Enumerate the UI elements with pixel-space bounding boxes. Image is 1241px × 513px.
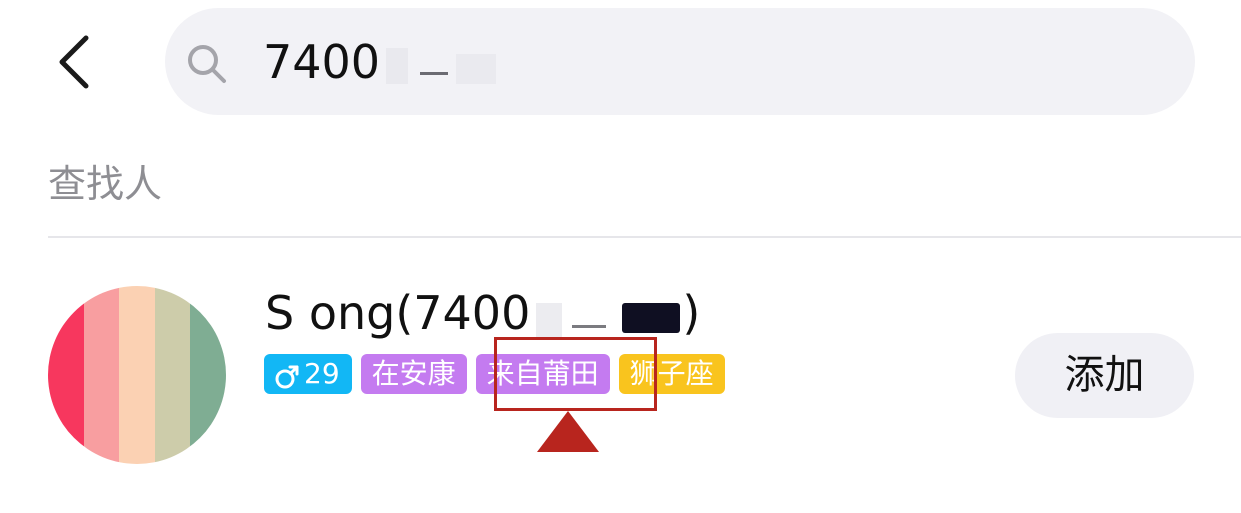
male-icon bbox=[274, 361, 300, 389]
annotation-arrow-up-icon bbox=[537, 411, 599, 452]
search-bar[interactable]: 7400 bbox=[165, 8, 1195, 115]
age-label: 29 bbox=[304, 357, 340, 390]
user-name-prefix: S ong(7400 bbox=[265, 286, 531, 340]
redaction-mask bbox=[384, 44, 514, 88]
search-input[interactable]: 7400 bbox=[263, 34, 514, 90]
user-name-suffix: ) bbox=[682, 286, 701, 340]
back-button[interactable] bbox=[52, 30, 102, 94]
search-query-text: 7400 bbox=[263, 35, 381, 89]
avatar[interactable] bbox=[48, 286, 226, 464]
user-name[interactable]: S ong(7400) bbox=[265, 283, 700, 343]
avatar-stripe bbox=[48, 286, 84, 464]
divider bbox=[48, 236, 1241, 238]
section-title-find-people: 查找人 bbox=[48, 162, 163, 206]
redaction-mask bbox=[532, 295, 681, 339]
gender-age-tag: 29 bbox=[264, 354, 352, 394]
location-tag: 在安康 bbox=[360, 354, 467, 394]
chevron-left-icon bbox=[59, 35, 89, 89]
annotation-highlight-box bbox=[494, 337, 657, 411]
search-icon bbox=[185, 42, 229, 86]
add-friend-button[interactable]: 添加 bbox=[1015, 333, 1194, 418]
avatar-stripe bbox=[154, 286, 191, 464]
avatar-stripe bbox=[83, 286, 120, 464]
avatar-stripe bbox=[190, 286, 226, 464]
avatar-stripe bbox=[119, 286, 155, 464]
